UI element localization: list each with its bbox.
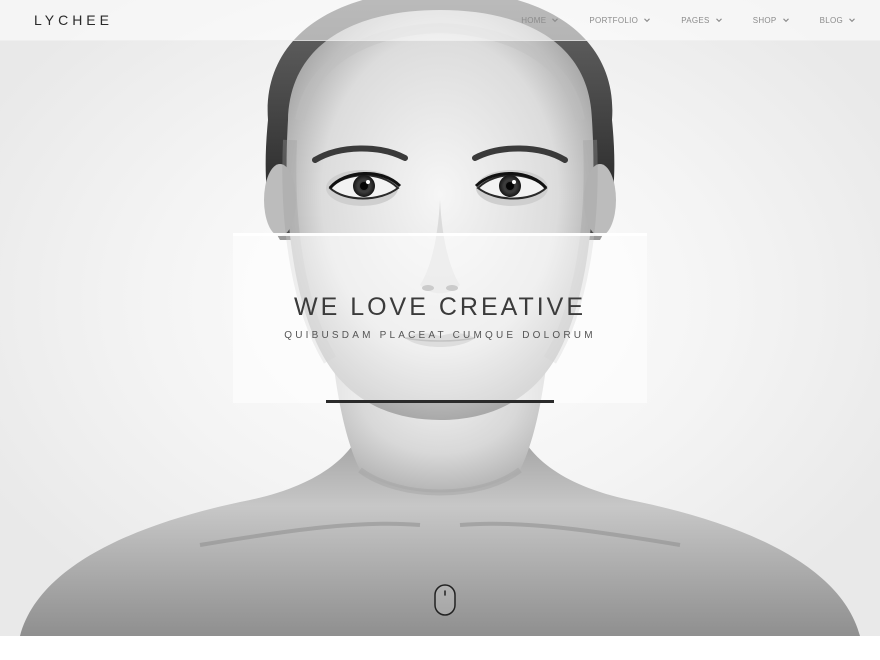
page: LYCHEE HOME PORTFOLIO PAGES SHOP BLOG WE…: [0, 0, 880, 660]
nav-item-home[interactable]: HOME: [521, 16, 559, 25]
chevron-down-icon: [643, 16, 651, 24]
caption-top-rule: [233, 233, 647, 236]
hero-subtitle: QUIBUSDAM PLACEAT CUMQUE DOLORUM: [284, 330, 596, 341]
top-navigation-bar: LYCHEE HOME PORTFOLIO PAGES SHOP BLOG: [0, 0, 880, 41]
nav-item-label: PORTFOLIO: [589, 15, 639, 25]
chevron-down-icon: [782, 16, 790, 24]
nav-item-label: HOME: [521, 15, 547, 25]
chevron-down-icon: [848, 16, 856, 24]
nav-item-label: PAGES: [681, 15, 710, 25]
hero-title: WE LOVE CREATIVE: [293, 293, 587, 321]
site-logo[interactable]: LYCHEE: [34, 12, 113, 28]
main-menu: HOME PORTFOLIO PAGES SHOP BLOG: [491, 0, 856, 40]
nav-item-shop[interactable]: SHOP: [753, 16, 790, 25]
chevron-down-icon: [551, 16, 559, 24]
nav-item-label: BLOG: [819, 15, 843, 25]
nav-item-portfolio[interactable]: PORTFOLIO: [589, 16, 651, 25]
hero-caption-box: WE LOVE CREATIVE QUIBUSDAM PLACEAT CUMQU…: [233, 233, 647, 403]
chevron-down-icon: [715, 16, 723, 24]
caption-bottom-rule: [326, 400, 554, 403]
nav-item-blog[interactable]: BLOG: [820, 16, 856, 25]
nav-item-label: SHOP: [752, 15, 777, 25]
mouse-scroll-icon[interactable]: [434, 584, 456, 616]
nav-item-pages[interactable]: PAGES: [681, 16, 722, 25]
